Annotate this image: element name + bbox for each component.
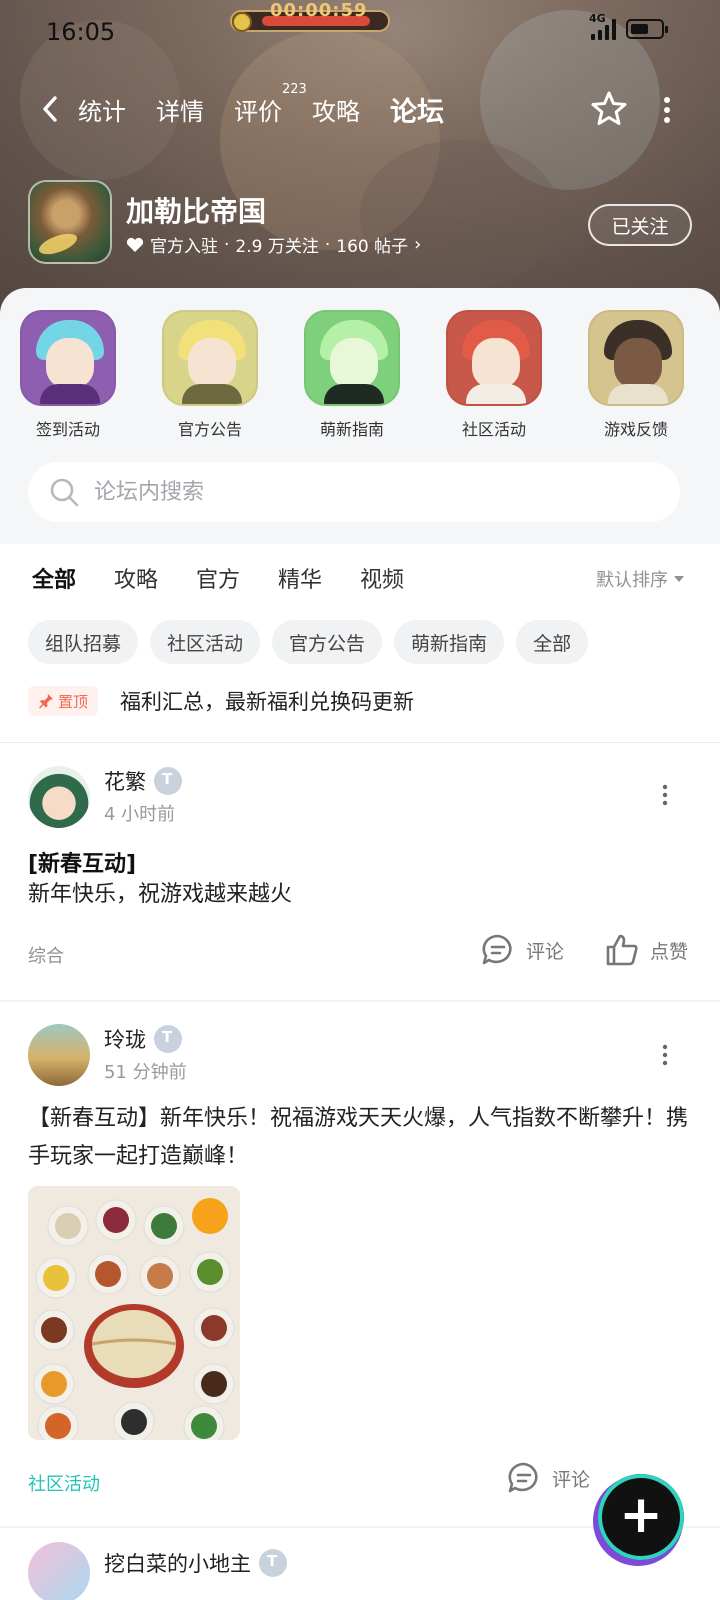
thumbs-up-icon [606,934,638,966]
tab-guides[interactable]: 攻略 [312,92,360,127]
post-author[interactable]: 玲珑 [104,1024,182,1054]
checkin-avatar-icon [20,310,116,406]
post-more-icon[interactable] [662,1044,668,1066]
posts-count: 160 帖子 [336,237,409,257]
comment-icon [508,1462,538,1493]
back-arrow-icon[interactable] [36,94,66,124]
pin-badge: 置顶 [28,686,99,716]
post-tag[interactable]: 综合 [28,942,64,968]
filter-tab-official[interactable]: 官方 [196,562,240,594]
shortcut-announcements[interactable]: 官方公告 [150,310,270,440]
reviews-count-badge: 223 [282,82,307,97]
avatar[interactable] [28,1542,90,1600]
post-author[interactable]: 花繁 [104,766,182,796]
game-title: 加勒比帝国 [126,195,267,228]
shortcut-community-events[interactable]: 社区活动 [434,310,554,440]
like-button[interactable]: 点赞 [604,932,688,968]
user-level-icon [154,1025,182,1053]
game-timer: 00:00:59 [270,0,368,21]
shortcut-newbie-guide[interactable]: 萌新指南 [292,310,412,440]
post-time: 4 小时前 [104,804,176,825]
post-body: 【新春互动】新年快乐！祝福游戏天天火爆，人气指数不断攀升！携手玩家一起打造巅峰！ [28,1106,689,1169]
chip-community-events[interactable]: 社区活动 [150,620,261,664]
chip-all[interactable]: 全部 [516,620,589,664]
post-more-icon[interactable] [662,784,668,806]
more-vertical-icon[interactable] [660,96,674,124]
guide-avatar-icon [304,310,400,406]
post-author[interactable]: 挖白菜的小地主 [104,1548,287,1578]
search-input[interactable] [94,479,654,505]
tab-reviews[interactable]: 评价 [234,92,282,127]
shortcut-feedback[interactable]: 游戏反馈 [576,310,696,440]
filter-tab-featured[interactable]: 精华 [278,562,322,594]
avatar[interactable] [28,766,90,828]
food-photo [28,1186,240,1440]
tab-details[interactable]: 详情 [156,92,204,127]
comment-button[interactable]: 评论 [480,932,564,968]
post-title: [新春互动] [28,852,137,877]
tab-forum[interactable]: 论坛 [390,90,444,133]
topic-chips: 组队招募 社区活动 官方公告 萌新指南 全部 [28,620,589,664]
chip-team-recruit[interactable]: 组队招募 [28,620,139,664]
filter-tab-videos[interactable]: 视频 [360,562,404,594]
feedback-avatar-icon [588,310,684,406]
divider [0,1000,720,1002]
post-body: 新年快乐，祝游戏越来越火 [28,882,293,907]
game-meta[interactable]: 官方入驻 · 2.9 万关注 · 160 帖子 › [126,232,421,257]
divider [0,742,720,743]
dropdown-triangle-icon [674,576,684,582]
user-level-icon [259,1549,287,1577]
shortcut-checkin[interactable]: 签到活动 [8,310,128,440]
signal-icon: 4G [589,12,616,40]
pin-icon [39,694,53,709]
status-icons: 4G [589,12,668,40]
game-icon [28,180,112,264]
post-time: 51 分钟前 [104,1062,187,1083]
follow-button[interactable]: 已关注 [588,204,692,246]
post-image[interactable] [28,1186,240,1440]
pinned-post[interactable]: 置顶 福利汇总，最新福利兑换码更新 [28,686,414,716]
tab-stats[interactable]: 统计 [78,92,126,127]
pinned-title: 福利汇总，最新福利兑换码更新 [120,690,415,714]
followers-count: 2.9 万关注 [235,237,319,257]
filter-tabs: 全部 攻略 官方 精华 视频 默认排序 [0,558,720,599]
coin-icon [232,12,252,32]
status-time: 16:05 [46,18,116,46]
plus-icon: + [619,1485,663,1545]
user-level-icon [154,767,182,795]
sort-dropdown[interactable]: 默认排序 [596,566,684,592]
official-verified-icon [126,237,144,252]
community-avatar-icon [446,310,542,406]
battery-icon [626,19,668,39]
search-icon [50,478,79,507]
filter-tab-guides[interactable]: 攻略 [114,562,158,594]
comment-button[interactable]: 评论 [506,1460,590,1496]
filter-tab-all[interactable]: 全部 [32,562,76,599]
chip-newbie-guide[interactable]: 萌新指南 [394,620,505,664]
create-post-button[interactable]: + [598,1474,684,1560]
avatar[interactable] [28,1024,90,1086]
official-label: 官方入驻 [150,237,218,257]
top-nav: 统计 详情 评价 223 攻略 论坛 [0,82,720,134]
post-tag[interactable]: 社区活动 [28,1470,100,1496]
header-banner: 00:00:59 16:05 4G 统计 详情 评价 223 攻略 论坛 加勒比… [0,0,720,320]
forum-search[interactable] [28,462,680,522]
comment-icon [482,934,512,965]
announcement-avatar-icon [162,310,258,406]
forum-feed: 全部 攻略 官方 精华 视频 默认排序 组队招募 社区活动 官方公告 萌新指南 … [0,544,720,1600]
chip-announcements[interactable]: 官方公告 [272,620,383,664]
chevron-right-icon: › [414,234,422,255]
star-icon[interactable] [590,90,628,128]
